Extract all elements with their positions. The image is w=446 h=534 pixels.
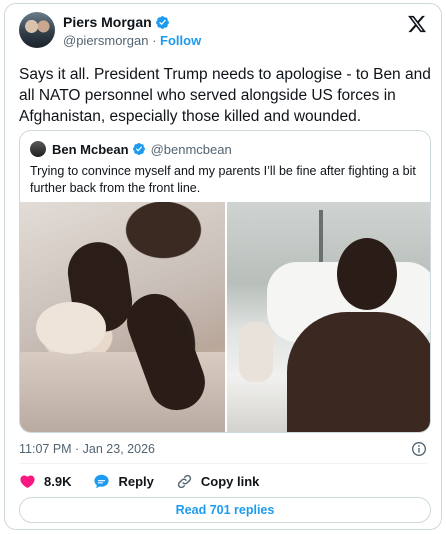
- author-name-row: Piers Morgan: [63, 14, 170, 30]
- avatar[interactable]: [19, 12, 55, 48]
- heart-icon: [20, 474, 35, 488]
- media-photo-1[interactable]: [20, 202, 225, 432]
- tweet-header: Piers Morgan @piersmorgan · Follow: [19, 12, 427, 52]
- divider: [19, 463, 427, 464]
- separator: ·: [152, 33, 157, 48]
- author-handle-row: @piersmorgan · Follow: [63, 33, 201, 48]
- media-photo-2[interactable]: [227, 202, 430, 432]
- read-replies-button[interactable]: Read 701 replies: [19, 497, 431, 523]
- info-icon[interactable]: [411, 441, 427, 457]
- action-bar: 8.9K Reply Copy link: [19, 470, 281, 492]
- author-handle[interactable]: @piersmorgan: [63, 33, 148, 48]
- reply-icon: [94, 474, 110, 488]
- timestamp[interactable]: 11:07 PM · Jan 23, 2026: [19, 442, 155, 456]
- quoted-text: Trying to convince myself and my parents…: [30, 164, 416, 195]
- quoted-author-handle[interactable]: @benmcbean: [151, 142, 232, 157]
- follow-button[interactable]: Follow: [160, 33, 201, 48]
- like-count: 8.9K: [44, 473, 72, 489]
- verified-badge-icon: [132, 143, 145, 155]
- quoted-tweet[interactable]: Ben Mcbean @benmcbean Trying to convince…: [19, 130, 431, 433]
- quoted-author-name[interactable]: Ben Mcbean: [52, 142, 129, 157]
- quoted-media: [20, 202, 430, 432]
- tweet-text: Says it all. President Trump needs to ap…: [19, 66, 431, 125]
- tweet-embed-card: Piers Morgan @piersmorgan · Follow Says …: [4, 3, 442, 530]
- quoted-avatar[interactable]: [30, 141, 46, 157]
- verified-badge-icon: [155, 15, 169, 29]
- copy-link-label: Copy link: [200, 473, 260, 489]
- timestamp-row: 11:07 PM · Jan 23, 2026: [19, 440, 427, 458]
- like-button[interactable]: 8.9K: [19, 473, 71, 490]
- reply-label: Reply: [118, 473, 154, 489]
- author-name[interactable]: Piers Morgan: [63, 14, 152, 30]
- quoted-header: Ben Mcbean @benmcbean: [30, 141, 232, 157]
- x-logo-icon[interactable]: [407, 14, 427, 34]
- copy-link-button[interactable]: Copy link: [176, 473, 260, 490]
- link-icon: [177, 474, 191, 488]
- reply-button[interactable]: Reply: [93, 473, 154, 490]
